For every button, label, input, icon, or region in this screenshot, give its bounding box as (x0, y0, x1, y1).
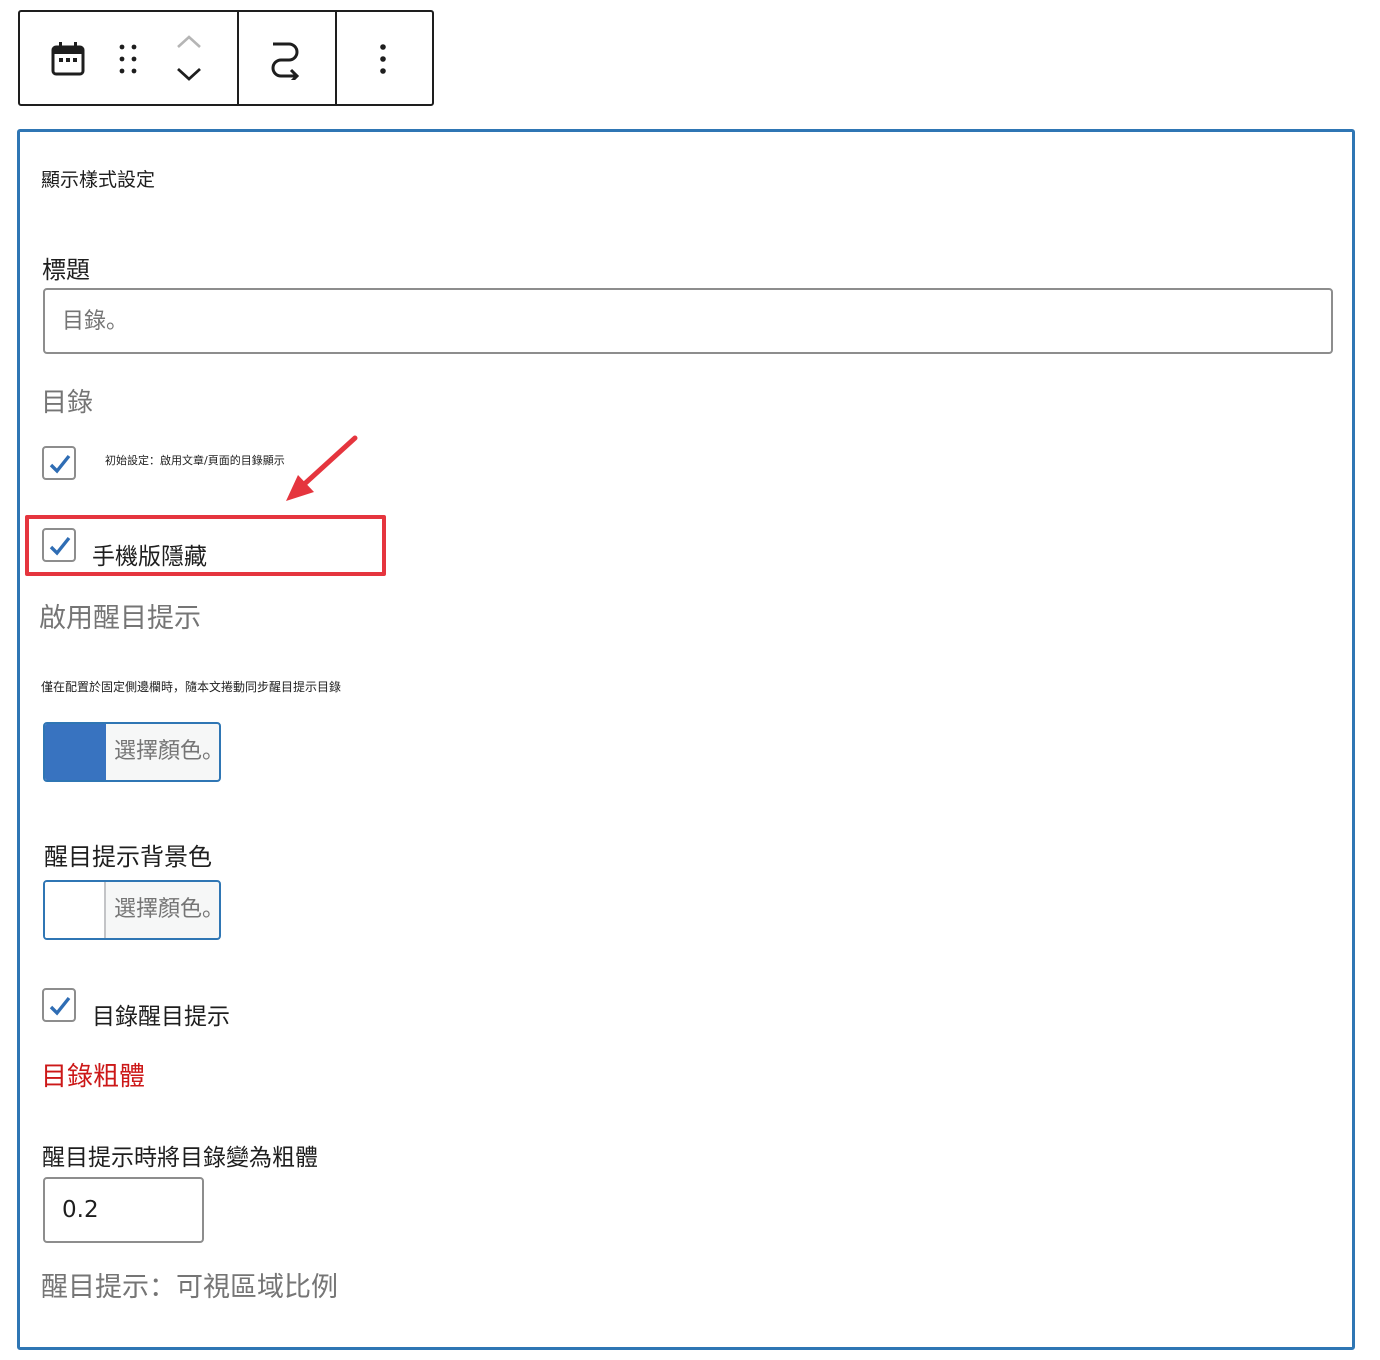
select-color-label: 選擇顏色。 (114, 739, 219, 764)
highlight-section-heading: 啟用醒目提示 (39, 603, 201, 634)
bg-color-picker[interactable]: 選擇顏色。 (43, 880, 221, 940)
checkmark-icon (49, 996, 71, 1016)
block-toolbar (18, 10, 434, 106)
settings-panel: 顯示樣式設定 標題 目錄 初始設定：啟用文章/頁面的目錄顯示 手機版隱藏 啟用醒… (17, 129, 1355, 1350)
default-toc-checkbox[interactable] (42, 446, 76, 480)
annotation-highlight-box (25, 515, 386, 576)
select-color-label: 選擇顏色。 (114, 897, 219, 922)
color-swatch[interactable] (45, 882, 106, 938)
more-vertical-icon[interactable] (379, 43, 387, 75)
toc-highlight-label: 目錄醒目提示 (92, 1004, 230, 1030)
toolbar-block-group (20, 12, 237, 104)
color-swatch[interactable] (45, 724, 106, 780)
drag-handle-icon[interactable] (118, 43, 138, 75)
annotation-arrow-icon (286, 435, 358, 501)
bold-field-label: 醒目提示時將目錄變為粗體 (42, 1145, 318, 1171)
title-input[interactable] (43, 288, 1333, 354)
chevron-down-icon[interactable] (176, 66, 202, 82)
chevron-up-icon[interactable] (176, 34, 202, 50)
bold-section-heading: 目錄粗體 (41, 1062, 146, 1092)
checkmark-icon (49, 454, 71, 474)
highlight-hint: 僅在配置於固定側邊欄時，隨本文捲動同步醒目提示目錄 (41, 680, 342, 694)
bg-color-label: 醒目提示背景色 (44, 843, 212, 871)
calendar-icon[interactable] (50, 41, 86, 77)
default-toc-label: 初始設定：啟用文章/頁面的目錄顯示 (105, 454, 285, 467)
toolbar-options-group (335, 12, 432, 104)
toc-section-heading: 目錄 (41, 388, 94, 418)
toolbar-transform-group (237, 12, 335, 104)
toc-highlight-checkbox[interactable] (42, 988, 76, 1022)
ratio-help-text: 醒目提示：可視區域比例 (41, 1272, 338, 1303)
redirect-arrow-icon[interactable] (269, 40, 305, 80)
bold-ratio-input[interactable] (43, 1177, 204, 1243)
title-field-label: 標題 (42, 256, 90, 284)
highlight-color-picker[interactable]: 選擇顏色。 (43, 722, 221, 782)
panel-title: 顯示樣式設定 (41, 169, 156, 191)
